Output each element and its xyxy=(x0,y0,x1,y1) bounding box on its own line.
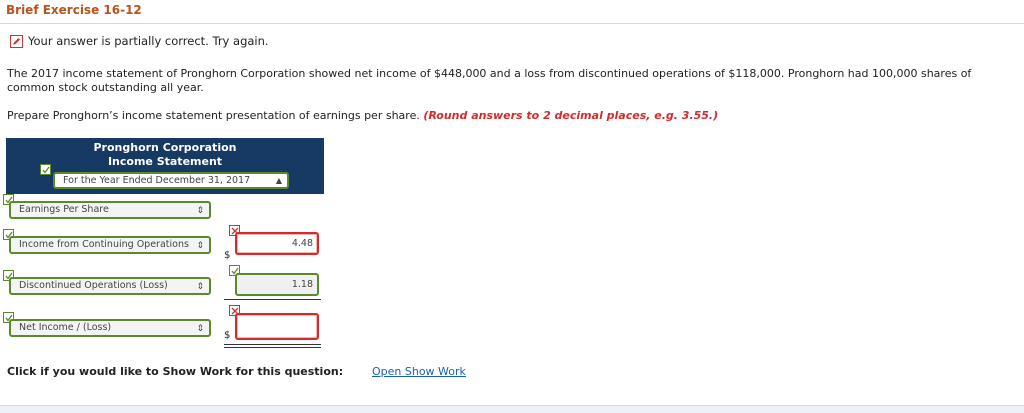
line-item-select-value: Earnings Per Share xyxy=(19,204,109,215)
pencil-icon xyxy=(10,34,23,48)
line-item-select[interactable]: Income from Continuing Operations ⇕ xyxy=(9,236,211,254)
amount-input[interactable]: 4.48 xyxy=(235,232,319,255)
instruction-body: Prepare Pronghorn’s income statement pre… xyxy=(7,109,420,122)
show-work-label: Click if you would like to Show Work for… xyxy=(7,365,344,378)
title-divider xyxy=(0,23,1024,24)
instruction-text: Prepare Pronghorn’s income statement pre… xyxy=(7,109,1017,123)
dollar-sign: $ xyxy=(224,330,231,341)
line-item-select[interactable]: Discontinued Operations (Loss) ⇕ xyxy=(9,277,211,295)
question-text: The 2017 income statement of Pronghorn C… xyxy=(7,67,972,94)
amount-input[interactable]: 1.18 xyxy=(235,273,319,296)
subtotal-rule xyxy=(224,299,321,300)
select-arrows-icon: ⇕ xyxy=(196,206,204,216)
status-text: Your answer is partially correct. Try ag… xyxy=(28,34,269,48)
period-select-value: For the Year Ended December 31, 2017 xyxy=(63,175,251,186)
line-item-select-value: Income from Continuing Operations xyxy=(19,239,189,250)
answer-status: Your answer is partially correct. Try ag… xyxy=(10,34,269,48)
total-double-rule-bottom xyxy=(224,347,321,348)
line-item-select[interactable]: Net Income / (Loss) ⇕ xyxy=(9,319,211,337)
open-show-work-link[interactable]: Open Show Work xyxy=(372,365,466,378)
line-item-select-value: Discontinued Operations (Loss) xyxy=(19,280,168,291)
check-icon xyxy=(40,164,51,175)
total-double-rule-top xyxy=(224,344,321,345)
statement-header: Pronghorn Corporation Income Statement F… xyxy=(6,138,324,194)
rounding-hint: (Round answers to 2 decimal places, e.g.… xyxy=(423,109,719,122)
exercise-title: Brief Exercise 16-12 xyxy=(6,3,142,17)
line-item-select-value: Net Income / (Loss) xyxy=(19,322,112,333)
statement-name: Income Statement xyxy=(107,155,223,168)
select-arrows-icon: ▲ xyxy=(275,176,282,185)
period-select[interactable]: For the Year Ended December 31, 2017 ▲ xyxy=(53,172,289,189)
select-arrows-icon: ⇕ xyxy=(196,241,204,251)
line-item-select[interactable]: Earnings Per Share ⇕ xyxy=(9,201,211,219)
dollar-sign: $ xyxy=(224,250,231,261)
amount-input[interactable] xyxy=(235,313,319,340)
select-arrows-icon: ⇕ xyxy=(196,282,204,292)
select-arrows-icon: ⇕ xyxy=(196,324,204,334)
company-name: Pronghorn Corporation xyxy=(93,141,237,154)
